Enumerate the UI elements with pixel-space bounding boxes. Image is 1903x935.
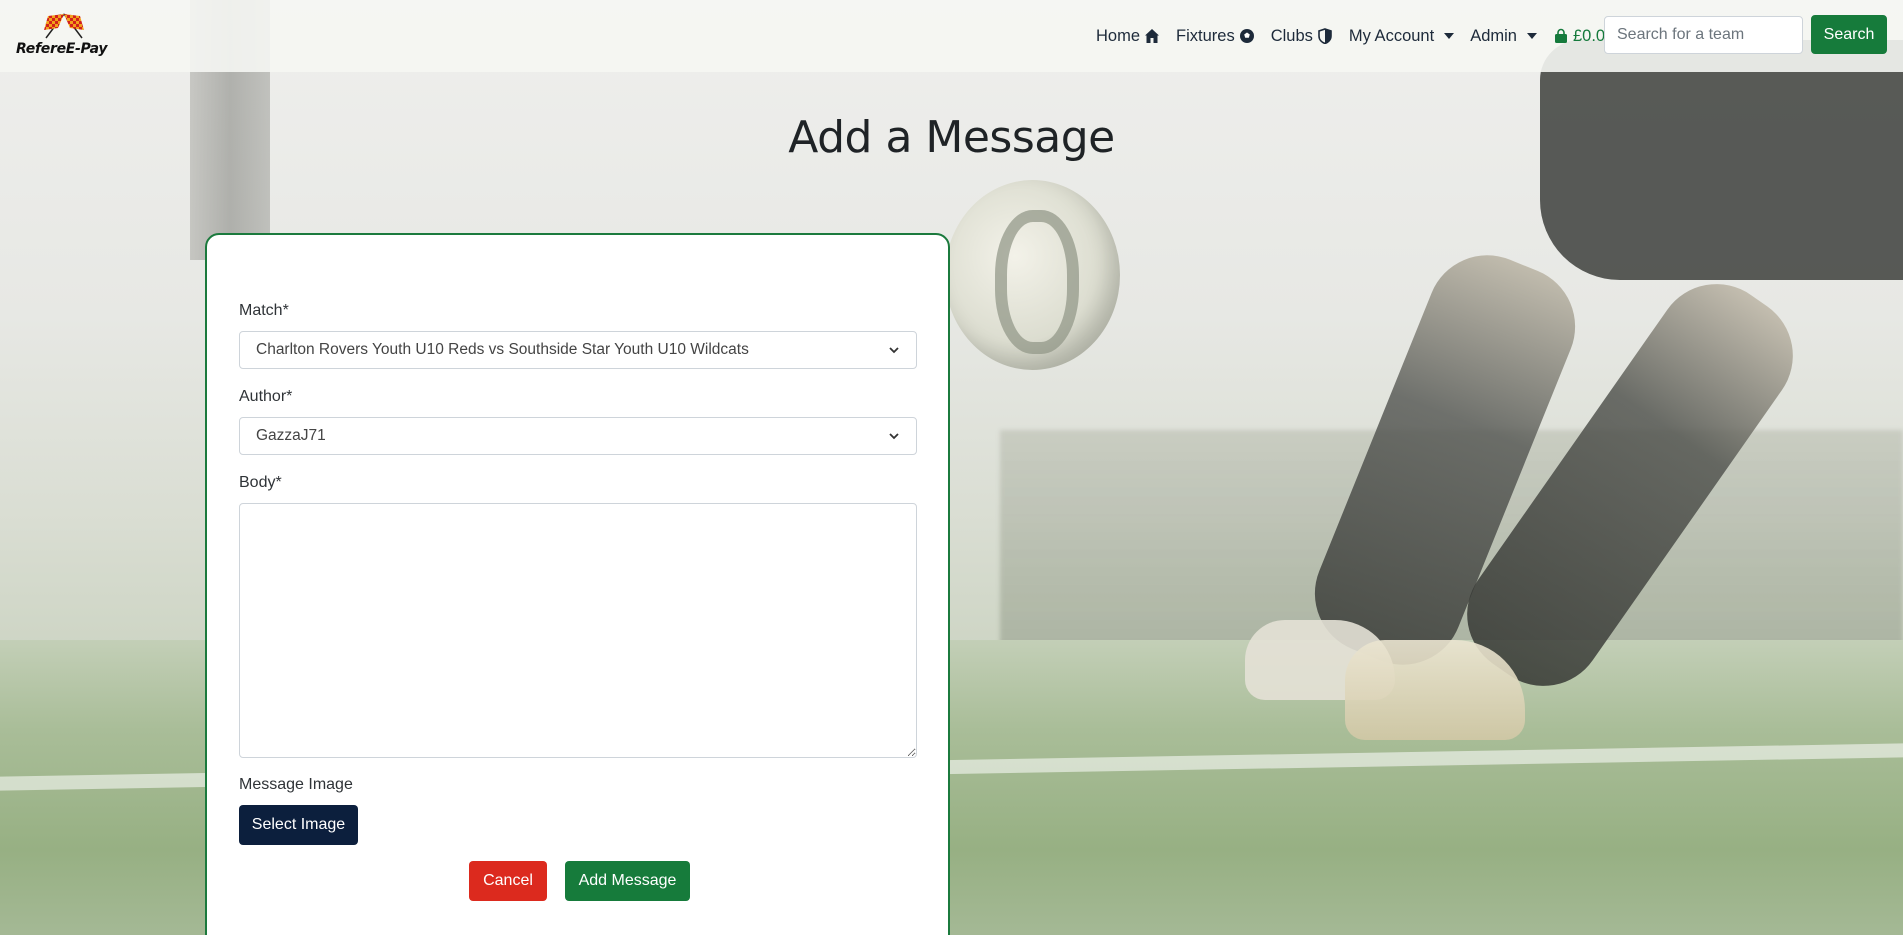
brand-logo[interactable]: RefereE-Pay: [16, 12, 108, 62]
home-icon: [1145, 29, 1160, 43]
search-button[interactable]: Search: [1811, 15, 1887, 54]
top-navbar: RefereE-Pay Home Fixtures Clubs My Accou…: [0, 0, 1903, 72]
shield-icon: [1318, 28, 1332, 44]
match-select-value: Charlton Rovers Youth U10 Reds vs Souths…: [256, 341, 749, 358]
nav-admin[interactable]: Admin: [1462, 27, 1545, 46]
select-image-button[interactable]: Select Image: [239, 805, 358, 845]
author-select-value: GazzaJ71: [256, 427, 326, 444]
message-image-label: Message Image: [239, 776, 353, 793]
chevron-down-icon: [889, 347, 899, 354]
cancel-button[interactable]: Cancel: [469, 861, 547, 901]
add-message-button[interactable]: Add Message: [565, 861, 690, 901]
nav-my-account[interactable]: My Account: [1341, 27, 1462, 46]
nav-clubs-label: Clubs: [1270, 26, 1313, 45]
nav-links: Home Fixtures Clubs My Account Admin £0.…: [1088, 0, 1622, 72]
checkered-flags-icon: [44, 13, 84, 39]
shopping-bag-icon: [1554, 28, 1567, 43]
body-textarea[interactable]: [239, 503, 917, 758]
message-form-card: Match* Charlton Rovers Youth U10 Reds vs…: [205, 233, 950, 935]
nav-home-label: Home: [1096, 26, 1141, 45]
nav-fixtures-label: Fixtures: [1176, 26, 1235, 45]
nav-admin-label: Admin: [1470, 26, 1517, 45]
nav-home[interactable]: Home: [1088, 27, 1168, 46]
match-label: Match*: [239, 302, 289, 319]
author-select[interactable]: GazzaJ71: [239, 417, 917, 455]
football-icon: [1239, 29, 1254, 43]
body-label: Body*: [239, 474, 282, 491]
search-input[interactable]: [1604, 16, 1803, 54]
nav-clubs[interactable]: Clubs: [1263, 27, 1341, 46]
nav-my-account-label: My Account: [1348, 26, 1435, 45]
nav-fixtures[interactable]: Fixtures: [1168, 27, 1263, 46]
page-title: Add a Message: [788, 112, 1115, 163]
caret-down-icon: [1444, 33, 1455, 39]
caret-down-icon: [1526, 33, 1537, 39]
match-select[interactable]: Charlton Rovers Youth U10 Reds vs Souths…: [239, 331, 917, 369]
author-label: Author*: [239, 388, 293, 405]
brand-name: RefereE-Pay: [16, 41, 108, 57]
chevron-down-icon: [889, 433, 899, 440]
